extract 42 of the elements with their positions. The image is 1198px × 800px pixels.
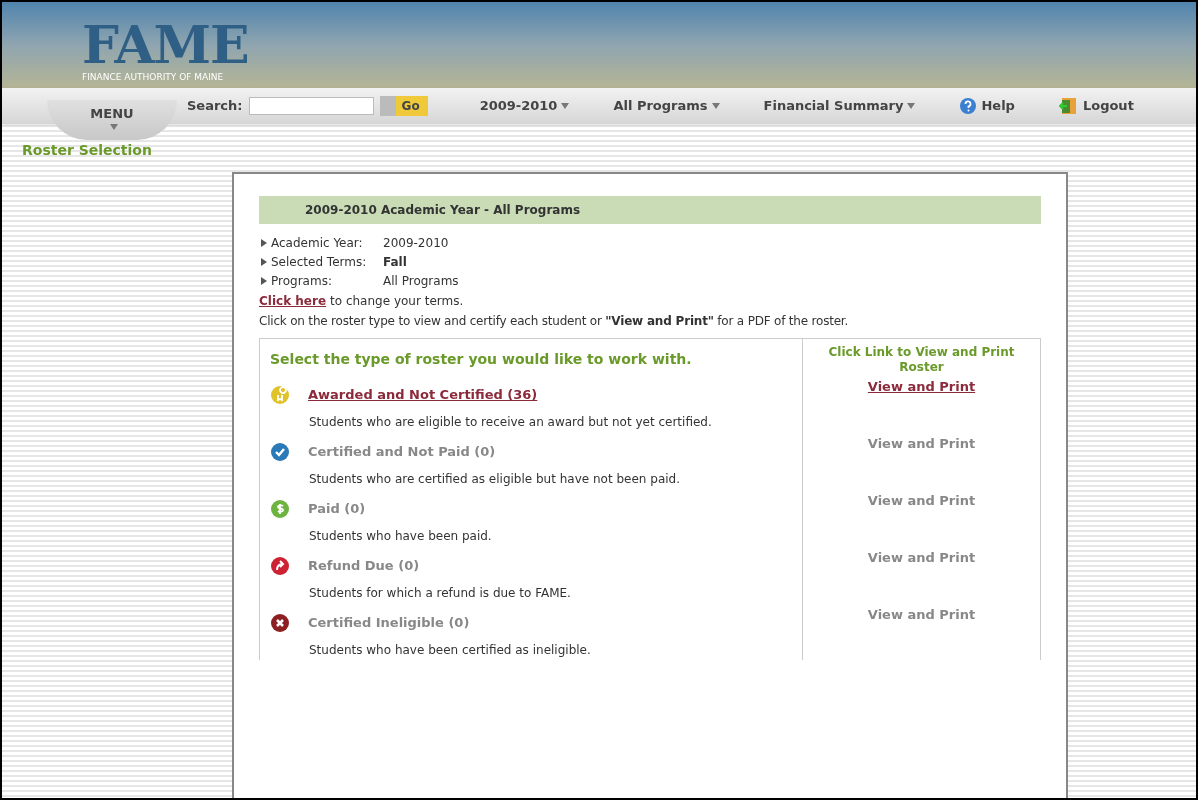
- click-here-link[interactable]: Click here: [259, 292, 327, 310]
- panel-heading: 2009-2010 Academic Year - All Programs: [259, 196, 1041, 224]
- caret-icon: [561, 103, 570, 109]
- roster-description: Students who are eligible to receive an award but not yet certified.: [309, 415, 713, 430]
- view-and-print-link[interactable]: View and Print: [867, 377, 976, 397]
- nav-dropdown[interactable]: Financial Summary: [763, 96, 916, 116]
- help-link[interactable]: Help: [959, 96, 1015, 116]
- dollar-icon: [270, 499, 290, 519]
- menu-button[interactable]: MENU: [47, 100, 177, 140]
- roster-link[interactable]: Awarded and Not Certified (36): [308, 385, 538, 405]
- nav-dropdown[interactable]: 2009-2010: [479, 96, 570, 116]
- detail-value: Fall: [383, 254, 407, 271]
- checkmark-icon: [270, 442, 290, 462]
- roster-description: Students who have been paid.: [309, 529, 493, 544]
- page-title: Roster Selection: [22, 142, 152, 158]
- x-mark-icon: [270, 613, 290, 633]
- help-icon: [959, 97, 978, 115]
- go-button[interactable]: Go: [379, 96, 428, 116]
- search-field[interactable]: [248, 97, 374, 115]
- logout-link[interactable]: Logout: [1058, 96, 1134, 116]
- roster-description: Students who have been certified as ineligible.: [309, 643, 592, 658]
- detail-label: Academic Year:: [271, 235, 364, 252]
- detail-label: Programs:: [271, 273, 333, 290]
- print-heading: Click Link to View and Print Roster: [827, 345, 1016, 375]
- caret-icon: [907, 103, 916, 109]
- instructions-text: Click on the roster type to view and certify each student or "View and Print" for a PDF of the roster.: [259, 313, 850, 330]
- caret-icon: [711, 103, 720, 109]
- change-terms-text: to change your terms.: [330, 293, 464, 310]
- nav-dropdown[interactable]: All Programs: [613, 96, 720, 116]
- bullet-icon: [261, 258, 267, 266]
- roster-description: Students for which a refund is due to FAME.: [309, 586, 572, 601]
- search-label: Search:: [187, 97, 243, 116]
- logo-tagline: FINANCE AUTHORITY OF MAINE: [82, 70, 225, 84]
- bullet-icon: [261, 277, 267, 285]
- roster-description: Students who are certified as eligible but have not been paid.: [309, 472, 681, 487]
- roster-heading: Select the type of roster you would like to work with.: [270, 350, 693, 369]
- door-icon: [1058, 96, 1079, 116]
- detail-label: Selected Terms:: [271, 254, 368, 271]
- bullet-icon: [261, 239, 267, 247]
- logo-wordmark: FAME: [82, 18, 249, 71]
- detail-value: All Programs: [383, 273, 459, 290]
- detail-value: 2009-2010: [383, 235, 449, 252]
